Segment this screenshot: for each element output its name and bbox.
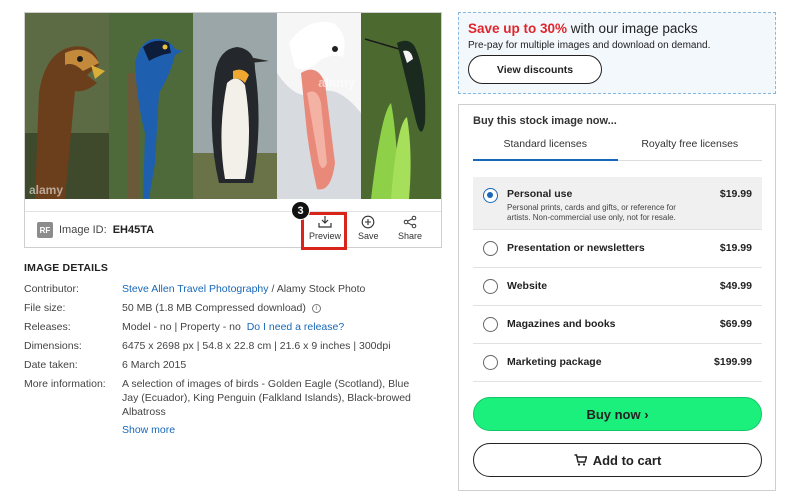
detail-key: File size: [24, 302, 66, 314]
buy-panel: Buy this stock image now... Standard lic… [458, 104, 776, 491]
share-icon [403, 215, 417, 229]
option-price: $69.99 [719, 318, 752, 330]
detail-key: Releases: [24, 321, 71, 333]
detail-key: Date taken: [24, 359, 78, 371]
radio-button[interactable] [483, 279, 498, 294]
image-details-heading: IMAGE DETAILS [24, 262, 109, 274]
contributor-suffix: / Alamy Stock Photo [271, 283, 366, 295]
promo-subtitle: Pre-pay for multiple images and download… [468, 40, 711, 51]
license-option-website[interactable]: Website $49.99 [473, 268, 762, 306]
license-tabs: Standard licenses Royalty free licenses [473, 133, 762, 161]
license-option-personal-use[interactable]: Personal use Personal prints, cards and … [473, 177, 762, 230]
download-icon [318, 216, 332, 228]
option-price: $19.99 [719, 242, 752, 254]
plus-circle-icon [361, 215, 375, 229]
image-details: IMAGE DETAILS Contributor: Steve Allen T… [24, 262, 444, 436]
detail-value: Steve Allen Travel Photography / Alamy S… [122, 282, 365, 296]
blue-jay-photo [109, 13, 193, 199]
detail-value: Model - no | Property - no Do I need a r… [122, 320, 344, 334]
image-card: alamy alamy RF Image ID: EH45TA Preview … [24, 12, 442, 250]
option-name: Website [507, 280, 548, 292]
detail-row-more-info: More information: A selection of images … [24, 377, 444, 419]
tab-royalty-free-licenses[interactable]: Royalty free licenses [618, 133, 763, 160]
more-info-value: A selection of images of birds - Golden … [122, 378, 411, 418]
detail-row-dimensions: Dimensions: 6475 x 2698 px | 54.8 x 22.8… [24, 339, 444, 353]
info-icon[interactable]: i [311, 303, 321, 313]
license-option-magazines[interactable]: Magazines and books $69.99 [473, 306, 762, 344]
image-id-label: Image ID: [59, 224, 107, 236]
file-size-value: 50 MB (1.8 MB Compressed download) [122, 302, 306, 314]
release-help-link[interactable]: Do I need a release? [247, 321, 344, 333]
royalty-free-badge: RF [37, 222, 53, 238]
preview-button[interactable]: Preview [309, 215, 341, 241]
option-price: $19.99 [719, 188, 752, 200]
bird-collage-image[interactable]: alamy alamy [25, 13, 441, 199]
detail-value: 50 MB (1.8 MB Compressed download) i [122, 301, 321, 315]
step-number-badge: 3 [291, 201, 310, 220]
radio-button[interactable] [483, 317, 498, 332]
image-pack-promo: Save up to 30% with our image packs Pre-… [458, 12, 776, 94]
detail-key: Contributor: [24, 283, 79, 295]
albatross-photo: alamy [277, 13, 361, 199]
share-label: Share [398, 231, 423, 241]
radio-button[interactable] [483, 241, 498, 256]
option-name: Presentation or newsletters [507, 242, 645, 254]
preview-label: Preview [309, 231, 342, 241]
dimensions-value: 6475 x 2698 px | 54.8 x 22.8 cm | 21.6 x… [122, 340, 391, 352]
detail-row-date-taken: Date taken: 6 March 2015 [24, 358, 444, 372]
golden-eagle-photo: alamy [25, 13, 109, 199]
detail-row-contributor: Contributor: Steve Allen Travel Photogra… [24, 282, 444, 296]
save-button[interactable]: Save [358, 215, 379, 241]
buy-title: Buy this stock image now... [473, 115, 617, 127]
option-name: Marketing package [507, 356, 602, 368]
promo-title: Save up to 30% with our image packs [468, 21, 698, 36]
license-option-marketing[interactable]: Marketing package $199.99 [473, 344, 762, 382]
radio-button[interactable] [483, 355, 498, 370]
watermark-text: alamy [318, 75, 355, 90]
show-more-link[interactable]: Show more [122, 424, 444, 436]
detail-row-releases: Releases: Model - no | Property - no Do … [24, 320, 444, 334]
tab-standard-licenses[interactable]: Standard licenses [473, 133, 618, 161]
option-name: Magazines and books [507, 318, 616, 330]
image-toolbar: RF Image ID: EH45TA Preview Save Share 3 [25, 201, 441, 250]
option-price: $49.99 [719, 280, 752, 292]
detail-key: More information: [24, 378, 106, 390]
radio-button-selected[interactable] [483, 188, 498, 203]
option-description: Personal prints, cards and gifts, or ref… [507, 203, 676, 222]
detail-key: Dimensions: [24, 340, 82, 352]
save-label: Save [358, 231, 379, 241]
license-options: Personal use Personal prints, cards and … [473, 177, 762, 382]
king-penguin-photo [193, 13, 277, 199]
option-price: $199.99 [714, 356, 752, 368]
watermark-text: alamy [29, 183, 64, 197]
add-to-cart-button[interactable]: Add to cart [473, 443, 762, 477]
releases-value: Model - no | Property - no [122, 321, 241, 333]
add-to-cart-label: Add to cart [592, 452, 662, 468]
contributor-link[interactable]: Steve Allen Travel Photography [122, 283, 269, 295]
hummingbird-photo [361, 13, 441, 199]
date-taken-value: 6 March 2015 [122, 359, 187, 371]
detail-row-file-size: File size: 50 MB (1.8 MB Compressed down… [24, 301, 444, 315]
buy-now-button[interactable]: Buy now › [473, 397, 762, 431]
promo-rest: with our image packs [567, 21, 698, 36]
option-name: Personal use [507, 188, 573, 200]
cart-icon [574, 454, 587, 466]
promo-highlight: Save up to 30% [468, 21, 568, 36]
share-button[interactable]: Share [398, 215, 422, 241]
image-id-value: EH45TA [112, 224, 155, 236]
license-option-presentation[interactable]: Presentation or newsletters $19.99 [473, 230, 762, 268]
view-discounts-button[interactable]: View discounts [468, 55, 602, 84]
